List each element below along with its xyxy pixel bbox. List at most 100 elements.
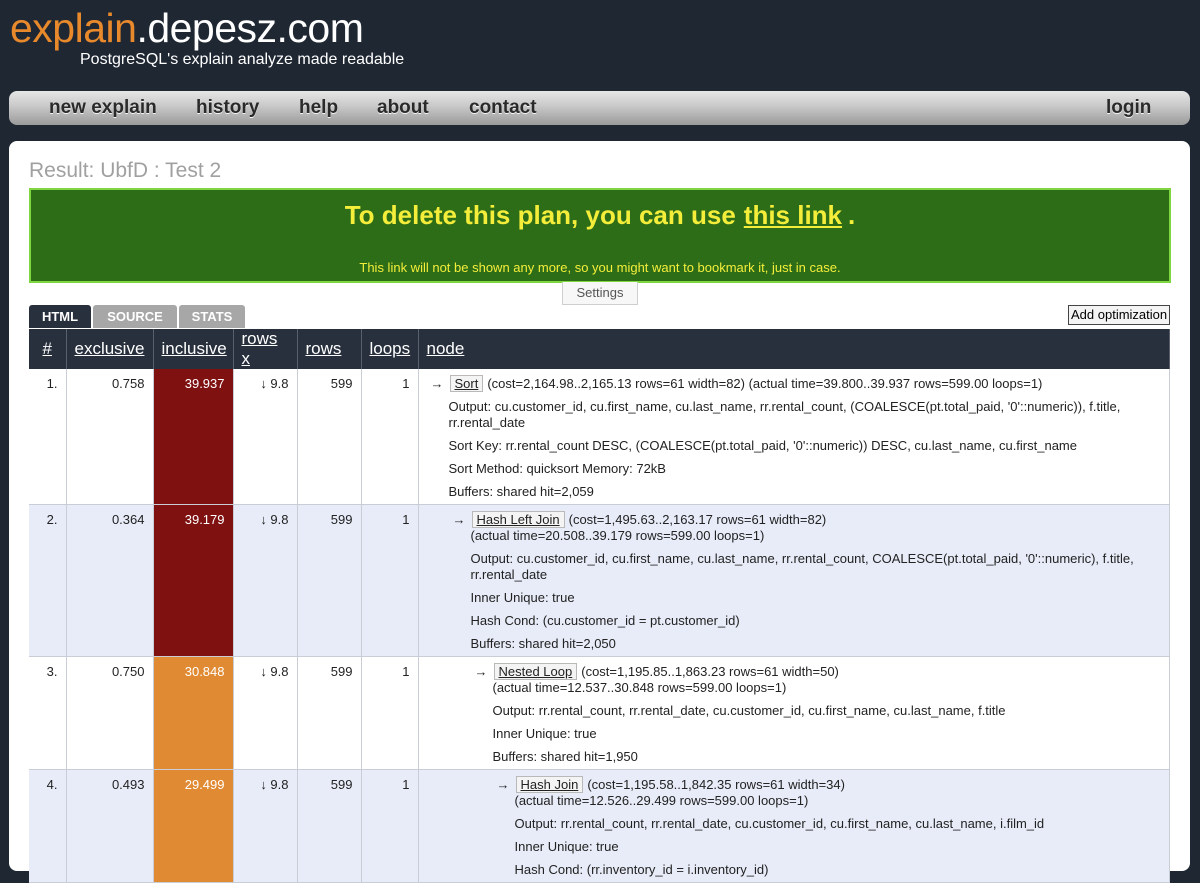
delete-notice: To delete this plan, you can use this lin…: [29, 188, 1171, 283]
node-head: → Hash Left Join (cost=1,495.63..2,163.17 …: [452, 511, 1161, 528]
node-op-link[interactable]: Sort: [449, 375, 484, 392]
plan-table: # exclusive inclusive rows x rows loops …: [29, 329, 1170, 883]
row-rows: 599: [297, 504, 362, 657]
nav-history[interactable]: history: [196, 91, 259, 125]
node-detail-actual: (actual time=12.526..29.499 rows=599.00 …: [514, 793, 809, 808]
plan-header-row: # exclusive inclusive rows x rows loops …: [29, 329, 1170, 369]
node-head: → Sort (cost=2,164.98..2,165.13 rows=61 wi…: [430, 375, 1161, 392]
row-inclusive: 30.848: [153, 656, 234, 770]
row-exclusive: 0.364: [66, 504, 154, 657]
row-loops: 1: [361, 769, 419, 883]
node-extra: Output: cu.customer_id, cu.first_name, c…: [470, 551, 1134, 582]
node-extra: Buffers: shared hit=1,950: [492, 749, 638, 764]
row-rows: 599: [297, 369, 362, 505]
node-extra: Hash Cond: (cu.customer_id = pt.customer…: [470, 613, 740, 628]
row-loops: 1: [361, 656, 419, 770]
node-op-link[interactable]: Nested Loop: [493, 663, 578, 680]
node-detail: (cost=1,195.85..1,863.23 rows=61 width=5…: [581, 664, 839, 679]
site-logo[interactable]: explain.depesz.com: [10, 4, 364, 52]
arrow-right-icon: →: [474, 664, 488, 679]
node-extras: Output: cu.customer_id, cu.first_name, c…: [453, 551, 1161, 656]
node-extra: Output: rr.rental_count, rr.rental_date,…: [514, 816, 1045, 831]
row-node: → Hash Left Join (cost=1,495.63..2,163.17 …: [418, 504, 1170, 657]
row-node: → Nested Loop (cost=1,195.85..1,863.23 row…: [418, 656, 1170, 770]
row-exclusive: 0.758: [66, 369, 154, 505]
node-head: → Hash Join (cost=1,195.58..1,842.35 rows=…: [497, 776, 1161, 793]
table-row: 2. 0.364 39.179 ↓ 9.8 599 1 → Hash Left J…: [29, 504, 1170, 657]
node-op-link[interactable]: Hash Join: [515, 776, 584, 793]
row-rows: 599: [297, 769, 362, 883]
nav-help[interactable]: help: [299, 91, 338, 125]
result-title: Result: UbfD : Test 2: [29, 159, 222, 182]
logo-part-explain: explain: [10, 5, 137, 51]
settings-button[interactable]: Settings: [562, 282, 638, 305]
nav-login[interactable]: login: [1106, 91, 1151, 125]
row-rows-x: ↓ 9.8: [233, 769, 298, 883]
logo-part-domain: .depesz.com: [136, 5, 364, 51]
row-node: → Hash Join (cost=1,195.58..1,842.35 rows=…: [418, 769, 1170, 883]
arrow-right-icon: →: [430, 376, 444, 391]
table-row: 1. 0.758 39.937 ↓ 9.8 599 1 → Sort (cost=2…: [29, 369, 1170, 505]
tab-stats[interactable]: STATS: [179, 305, 245, 328]
col-header-node[interactable]: node: [418, 329, 1170, 369]
row-inclusive: 39.937: [153, 369, 234, 505]
node-op-link[interactable]: Hash Left Join: [471, 511, 565, 528]
node-extra: Hash Cond: (rr.inventory_id = i.inventor…: [514, 862, 769, 877]
node-head: → Nested Loop (cost=1,195.85..1,863.23 row…: [474, 663, 1161, 680]
row-inclusive: 29.499: [153, 769, 234, 883]
node-detail-actual: (actual time=12.537..30.848 rows=599.00 …: [492, 680, 787, 695]
node-detail: (cost=2,164.98..2,165.13 rows=61 width=8…: [487, 376, 1043, 391]
nav-about[interactable]: about: [377, 91, 429, 125]
node-extra: Buffers: shared hit=2,050: [470, 636, 616, 651]
node-extra: Sort Key: rr.rental_count DESC, (COALESC…: [448, 438, 1078, 453]
node-extra: Output: cu.customer_id, cu.first_name, c…: [448, 399, 1121, 430]
node-extra: Sort Method: quicksort Memory: 72kB: [448, 461, 666, 476]
node-extra: Buffers: shared hit=2,059: [448, 484, 594, 499]
row-inclusive: 39.179: [153, 504, 234, 657]
node-extra: Inner Unique: true: [470, 590, 575, 605]
main-nav: new explain history help about contact l…: [9, 91, 1190, 125]
add-optimization-button[interactable]: Add optimization: [1068, 305, 1171, 325]
row-rows-x: ↓ 9.8: [233, 504, 298, 657]
node-extras: Output: rr.rental_count, rr.rental_date,…: [497, 816, 1161, 882]
col-header-inclusive[interactable]: inclusive: [153, 329, 234, 369]
nav-contact[interactable]: contact: [469, 91, 537, 125]
row-num: 4.: [29, 769, 67, 883]
row-num: 1.: [29, 369, 67, 505]
node-extra: Inner Unique: true: [514, 839, 619, 854]
row-rows-x: ↓ 9.8: [233, 369, 298, 505]
node-extra: Inner Unique: true: [492, 726, 597, 741]
row-rows: 599: [297, 656, 362, 770]
row-num: 2.: [29, 504, 67, 657]
node-extra: Output: rr.rental_count, rr.rental_date,…: [492, 703, 1006, 718]
table-row: 3. 0.750 30.848 ↓ 9.8 599 1 → Nested Loop…: [29, 656, 1170, 770]
col-header-loops[interactable]: loops: [361, 329, 419, 369]
nav-new-explain[interactable]: new explain: [49, 91, 157, 125]
col-header-rows[interactable]: rows: [297, 329, 362, 369]
row-exclusive: 0.493: [66, 769, 154, 883]
arrow-right-icon: →: [452, 512, 466, 527]
delete-notice-hint: This link will not be shown any more, so…: [359, 260, 841, 275]
delete-notice-message: To delete this plan, you can use this lin…: [31, 200, 1169, 231]
row-exclusive: 0.750: [66, 656, 154, 770]
col-header-exclusive[interactable]: exclusive: [66, 329, 154, 369]
row-loops: 1: [361, 369, 419, 505]
delete-link[interactable]: this link: [744, 200, 842, 230]
delete-notice-text: To delete this plan, you can use: [344, 200, 736, 230]
tab-source[interactable]: SOURCE: [93, 305, 177, 328]
node-extras: Output: rr.rental_count, rr.rental_date,…: [475, 703, 1161, 769]
node-detail: (cost=1,495.63..2,163.17 rows=61 width=8…: [568, 512, 827, 527]
node-extras: Output: cu.customer_id, cu.first_name, c…: [431, 399, 1161, 504]
content-panel: Result: UbfD : Test 2 To delete this pla…: [9, 141, 1190, 883]
tab-html[interactable]: HTML: [29, 305, 91, 328]
row-rows-x: ↓ 9.8: [233, 656, 298, 770]
node-detail-actual: (actual time=20.508..39.179 rows=599.00 …: [470, 528, 765, 543]
row-loops: 1: [361, 504, 419, 657]
row-node: → Sort (cost=2,164.98..2,165.13 rows=61 wi…: [418, 369, 1170, 505]
node-detail: (cost=1,195.58..1,842.35 rows=61 width=3…: [587, 777, 845, 792]
delete-notice-dot: .: [848, 200, 856, 230]
row-num: 3.: [29, 656, 67, 770]
site-tagline: PostgreSQL's explain analyze made readab…: [80, 51, 405, 68]
col-header-num[interactable]: #: [29, 329, 67, 369]
col-header-rows-x[interactable]: rows x: [233, 329, 298, 369]
